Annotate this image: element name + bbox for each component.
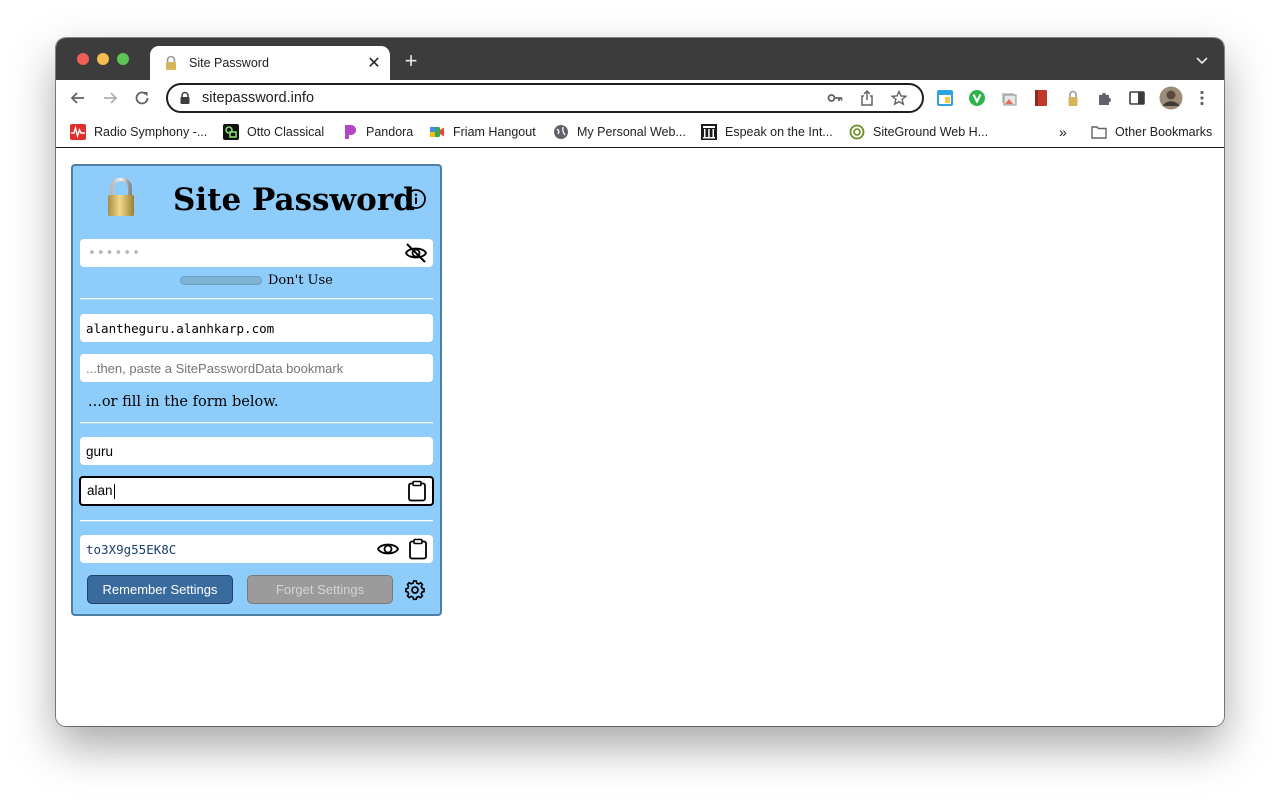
menu-dots-icon[interactable] — [1193, 89, 1211, 107]
username-value[interactable]: alan — [87, 483, 407, 499]
or-fill-form-text: ...or fill in the form below. — [88, 394, 279, 410]
otto-icon — [223, 124, 239, 140]
close-window-button[interactable] — [77, 53, 89, 65]
bookmark-personal-web[interactable]: My Personal Web... — [553, 122, 686, 142]
bookmark-placeholder[interactable]: ...then, paste a SitePasswordData bookma… — [86, 361, 433, 376]
bookmark-radio-symphony[interactable]: Radio Symphony -... — [70, 122, 207, 142]
divider — [80, 298, 433, 299]
info-icon[interactable] — [405, 188, 427, 210]
bookmark-pandora[interactable]: Pandora — [342, 122, 413, 142]
gear-icon[interactable] — [404, 579, 426, 601]
side-panel-icon[interactable] — [1128, 89, 1146, 107]
address-bar[interactable]: sitepassword.info — [166, 83, 924, 113]
photos-extension-icon[interactable] — [1000, 89, 1018, 107]
close-tab-icon[interactable]: ✕ — [362, 53, 386, 73]
puzzle-icon[interactable] — [1096, 89, 1114, 107]
strength-bar — [180, 276, 262, 285]
key-icon[interactable] — [826, 89, 844, 107]
bookmark-label: Pandora — [366, 125, 414, 139]
super-password-field[interactable]: •••••• — [80, 239, 433, 267]
tab-title: Site Password — [189, 56, 269, 70]
domain-value[interactable]: alantheguru.alanhkarp.com — [86, 321, 433, 336]
back-button[interactable] — [67, 87, 89, 109]
toolbar: sitepassword.info — [56, 80, 1224, 116]
globe-icon — [554, 125, 568, 139]
reload-button[interactable] — [131, 87, 153, 109]
strength-meter: Don't Use — [180, 273, 333, 288]
chevron-down-icon[interactable] — [1194, 52, 1210, 68]
bookmark-label: My Personal Web... — [577, 125, 686, 139]
clipboard-icon[interactable] — [408, 538, 428, 560]
lock-icon[interactable] — [178, 91, 192, 105]
site-name-value[interactable]: guru — [86, 444, 433, 459]
building-icon — [701, 124, 717, 140]
new-tab-button[interactable]: + — [400, 49, 422, 73]
site-password-field[interactable]: to3X9g55EK8C — [80, 535, 433, 563]
share-icon[interactable] — [858, 89, 876, 107]
folder-icon — [1091, 126, 1107, 139]
bookmark-label: SiteGround Web H... — [873, 125, 989, 139]
site-password-panel: Site Password •••••• Don't Use alanthegu… — [71, 164, 442, 616]
bookmarks-overflow-button[interactable]: » — [1059, 122, 1067, 142]
domain-field[interactable]: alantheguru.alanhkarp.com — [80, 314, 433, 342]
title-bar: Site Password ✕ + — [56, 38, 1224, 80]
lock-icon — [166, 55, 176, 70]
bookmark-label: Otto Classical — [247, 125, 325, 139]
eye-slash-icon[interactable] — [404, 241, 428, 265]
star-icon[interactable] — [890, 89, 908, 107]
other-bookmarks-folder[interactable]: Other Bookmarks — [1091, 122, 1212, 142]
calendar-extension-icon[interactable] — [936, 89, 954, 107]
arrow-right-icon — [104, 92, 118, 104]
bookmark-otto-classical[interactable]: Otto Classical — [223, 122, 324, 142]
page-title: Site Password — [173, 182, 415, 218]
bookmark-label: Radio Symphony -... — [94, 125, 208, 139]
bookmark-label: Other Bookmarks — [1115, 125, 1213, 139]
browser-window: Site Password ✕ + sitepassword.info Radi… — [56, 38, 1224, 726]
forget-settings-button[interactable]: Forget Settings — [247, 575, 393, 604]
remember-settings-button[interactable]: Remember Settings — [87, 575, 233, 604]
bookmarks-bar: Radio Symphony -... Otto Classical Pando… — [56, 116, 1224, 148]
site-password-value[interactable]: to3X9g55EK8C — [86, 542, 376, 557]
bookmark-paste-field[interactable]: ...then, paste a SitePasswordData bookma… — [80, 354, 433, 382]
lock-extension-icon[interactable] — [1064, 89, 1082, 107]
bookmark-espeak[interactable]: Espeak on the Int... — [701, 122, 833, 142]
url-text[interactable]: sitepassword.info — [202, 90, 826, 106]
bookmark-label: Friam Hangout — [453, 125, 536, 139]
page-content: Site Password •••••• Don't Use alanthegu… — [56, 149, 1224, 726]
eye-icon[interactable] — [376, 537, 400, 561]
arrow-left-icon — [70, 92, 84, 104]
divider — [80, 422, 433, 423]
username-field[interactable]: alan — [79, 476, 434, 506]
lock-icon — [108, 178, 134, 216]
reload-icon — [135, 91, 149, 105]
vpn-extension-icon[interactable] — [968, 89, 986, 107]
minimize-window-button[interactable] — [97, 53, 109, 65]
bookmark-friam-hangout[interactable]: Friam Hangout — [429, 122, 536, 142]
bookmark-label: Espeak on the Int... — [725, 125, 833, 139]
book-extension-icon[interactable] — [1032, 89, 1050, 107]
strength-label: Don't Use — [268, 273, 333, 288]
forward-button[interactable] — [99, 87, 121, 109]
pandora-icon — [345, 125, 356, 139]
tab-site-password[interactable]: Site Password ✕ — [150, 46, 390, 80]
avatar[interactable] — [1159, 86, 1183, 110]
bookmark-siteground[interactable]: SiteGround Web H... — [849, 122, 988, 142]
siteground-icon — [849, 124, 865, 140]
super-password-mask[interactable]: •••••• — [88, 246, 404, 261]
site-name-field[interactable]: guru — [80, 437, 433, 465]
radio-wave-icon — [70, 124, 86, 140]
clipboard-icon[interactable] — [407, 480, 427, 502]
zoom-window-button[interactable] — [117, 53, 129, 65]
divider — [80, 520, 433, 521]
meet-icon — [430, 127, 444, 137]
